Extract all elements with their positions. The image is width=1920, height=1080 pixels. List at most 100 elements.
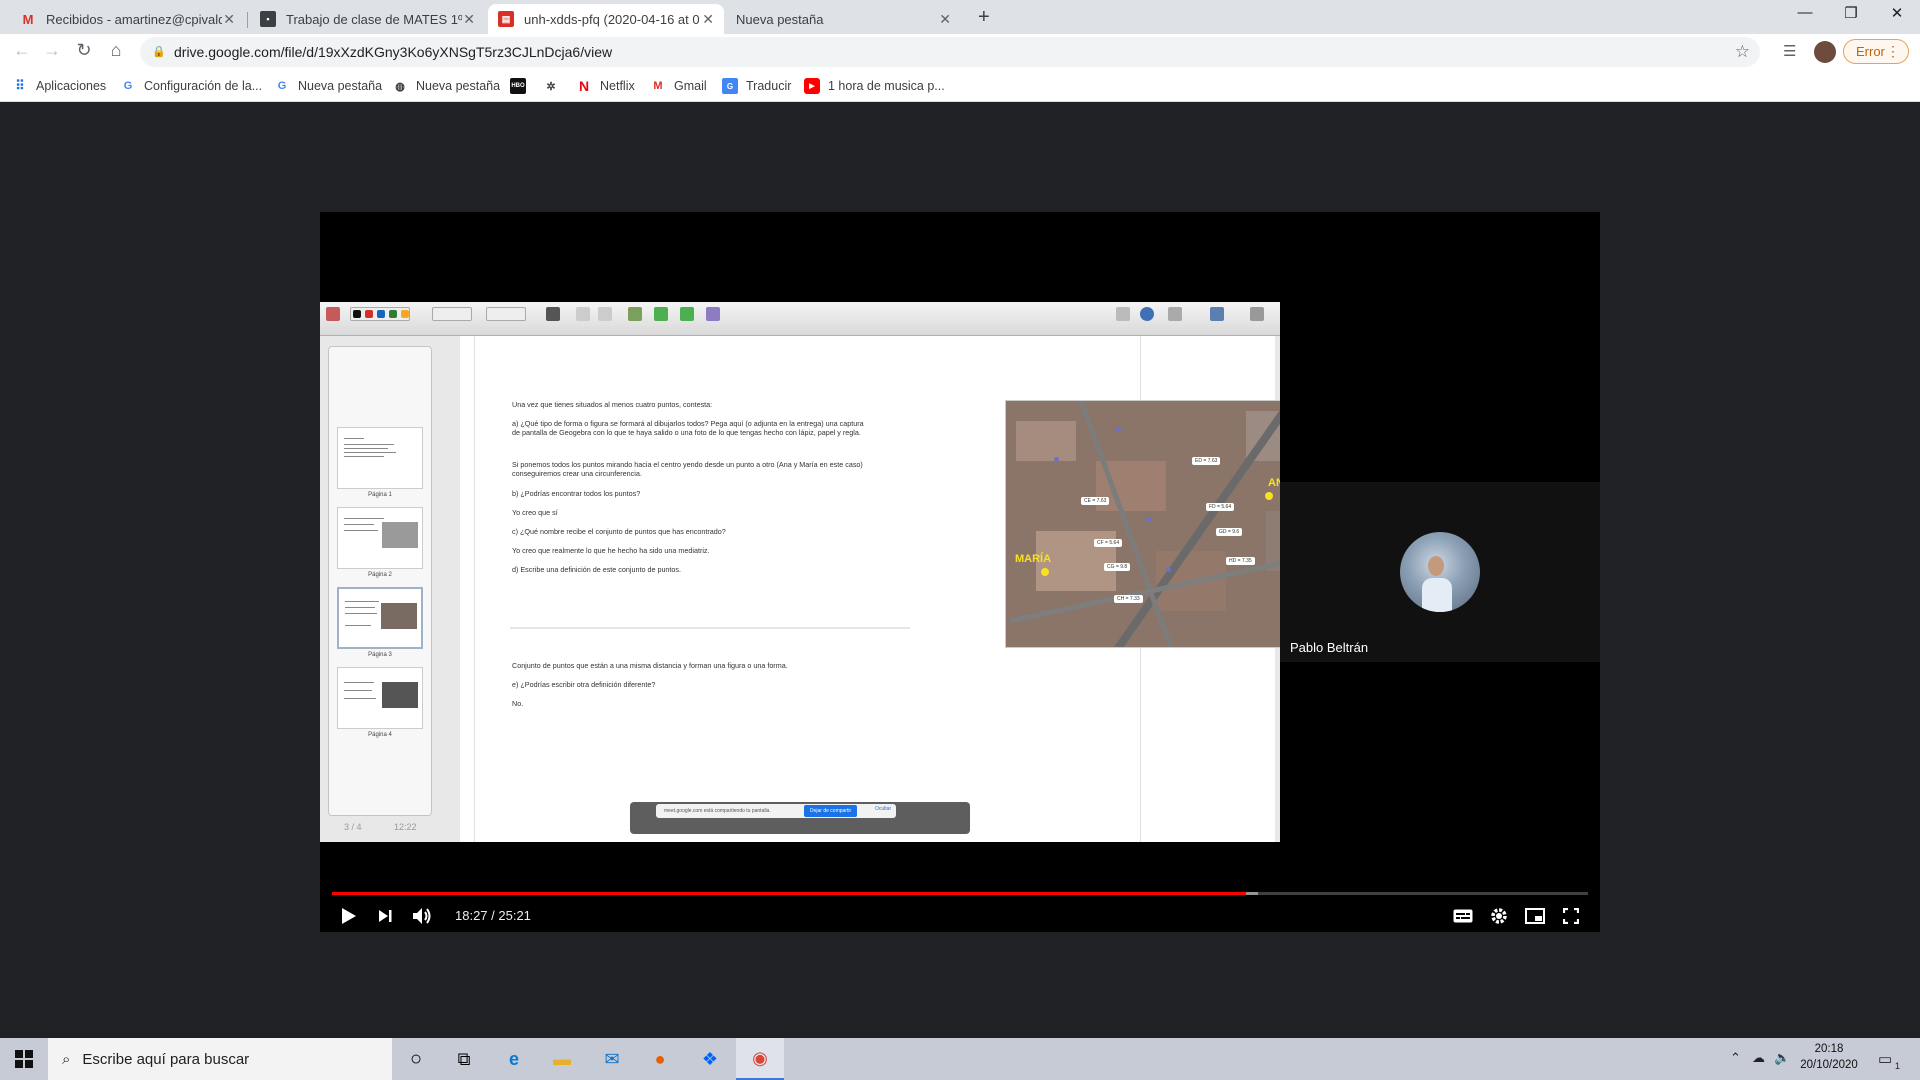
onedrive-icon[interactable]: ☁ xyxy=(1752,1050,1765,1066)
map-label-ana: ANA xyxy=(1268,477,1280,489)
subtitles-icon xyxy=(1453,909,1473,923)
close-tab-icon[interactable]: ✕ xyxy=(223,11,235,28)
minimize-icon[interactable]: — xyxy=(1782,4,1828,21)
close-tab-icon[interactable]: ✕ xyxy=(702,11,714,28)
doc-answer-d: Conjunto de puntos que están a una misma… xyxy=(512,661,788,670)
back-icon[interactable]: ← xyxy=(10,40,34,61)
profile-avatar[interactable] xyxy=(1814,41,1836,63)
map-label-ce: CE = 7.63 xyxy=(1081,497,1110,505)
reload-icon[interactable]: ↻ xyxy=(72,40,96,61)
chrome-icon[interactable]: ◉ xyxy=(736,1038,784,1080)
bookmark-label: Gmail xyxy=(674,79,707,93)
hbo-icon: HBO xyxy=(510,78,526,94)
meet-notice-text: meet.google.com está compartiendo tu pan… xyxy=(664,808,771,814)
doc-question-b: b) ¿Podrías encontrar todos los puntos? xyxy=(512,489,641,498)
globe-icon: ◍ xyxy=(395,80,405,93)
close-tab-icon[interactable]: ✕ xyxy=(939,11,951,28)
line-width-picker xyxy=(432,307,472,321)
bookmark-hbo[interactable]: HBO xyxy=(510,76,534,96)
thumbnail-page-1[interactable] xyxy=(337,427,423,489)
thumbnail-page-2[interactable] xyxy=(337,507,423,569)
map-point xyxy=(1166,567,1171,572)
stop-sharing-button: Dejar de compartir xyxy=(804,805,858,817)
tab-title: Trabajo de clase de MATES 1º ESO xyxy=(286,11,462,27)
close-window-icon[interactable]: ✕ xyxy=(1874,4,1920,22)
address-bar[interactable]: 🔒 drive.google.com/file/d/19xXzdKGny3Ko6… xyxy=(140,37,1760,67)
tab-gmail[interactable]: M Recibidos - amartinez@cpivaldel ✕ xyxy=(10,4,245,34)
netflix-icon: N xyxy=(578,78,590,94)
tab-drive-video[interactable]: ▤ unh-xdds-pfq (2020-04-16 at 03: ✕ xyxy=(488,4,724,34)
play-icon xyxy=(342,908,356,924)
video-player[interactable]: Página 1 Página 2 Página 3 Página 4 3 / … xyxy=(320,212,1600,932)
pen-tool-icon xyxy=(326,307,340,321)
doc-question-c: c) ¿Qué nombre recibe el conjunto de pun… xyxy=(512,527,726,536)
bookmark-app[interactable]: ✲ xyxy=(543,76,567,96)
mail-icon[interactable]: ✉ xyxy=(588,1038,636,1080)
url-text[interactable]: drive.google.com/file/d/19xXzdKGny3Ko6yX… xyxy=(174,44,612,60)
bookmark-new-tab-1[interactable]: G Nueva pestaña xyxy=(274,76,382,96)
lock-icon: 🔒 xyxy=(152,46,166,58)
taskbar-search[interactable]: ⌕ Escribe aquí para buscar xyxy=(48,1038,392,1080)
notification-icon[interactable]: ▭ xyxy=(1878,1050,1892,1068)
play-button[interactable] xyxy=(336,904,362,928)
task-view-icon[interactable]: ⧉ xyxy=(440,1038,488,1080)
video-progress-bar[interactable] xyxy=(332,892,1588,895)
restore-icon[interactable]: ❐ xyxy=(1828,4,1874,22)
file-explorer-icon[interactable]: ▬ xyxy=(538,1038,586,1080)
fullscreen-button[interactable] xyxy=(1558,904,1584,928)
gear-icon xyxy=(1491,908,1507,924)
start-button[interactable] xyxy=(0,1038,48,1080)
whiteboard-toolbar xyxy=(320,302,1280,336)
settings-icon xyxy=(1250,307,1264,321)
map-point xyxy=(1054,457,1059,462)
bookmark-label: Traducir xyxy=(746,79,792,93)
home-icon[interactable]: ⌂ xyxy=(104,40,128,61)
settings-button[interactable] xyxy=(1486,904,1512,928)
captions-button[interactable] xyxy=(1450,904,1476,928)
search-icon: ⌕ xyxy=(62,1050,71,1068)
reading-list-icon[interactable]: ☰ xyxy=(1783,42,1796,60)
bookmark-label: Nueva pestaña xyxy=(416,79,501,93)
bookmark-apps[interactable]: ⠿ Aplicaciones xyxy=(12,76,106,96)
search-placeholder: Escribe aquí para buscar xyxy=(82,1050,250,1068)
volume-button[interactable] xyxy=(410,904,434,928)
page-thumbnails: Página 1 Página 2 Página 3 Página 4 xyxy=(328,346,432,816)
app-icon: ✲ xyxy=(546,80,556,93)
clock-time: 20:18 xyxy=(1814,1043,1844,1055)
edge-icon[interactable]: e xyxy=(490,1038,538,1080)
firefox-icon[interactable]: ● xyxy=(636,1038,684,1080)
thumbnail-page-3[interactable] xyxy=(337,587,423,649)
next-button[interactable] xyxy=(374,904,396,928)
thumbnail-label: Página 1 xyxy=(368,492,392,498)
bookmark-youtube[interactable]: ▶ 1 hora de musica p... xyxy=(804,76,945,96)
speaker-icon[interactable]: 🔈 xyxy=(1774,1050,1790,1066)
dropbox-icon[interactable]: ❖ xyxy=(686,1038,734,1080)
new-tab-button[interactable]: + xyxy=(978,6,990,29)
cortana-icon[interactable]: ○ xyxy=(392,1038,440,1080)
doc-question-d: d) Escribe una definición de este conjun… xyxy=(512,565,682,574)
profile-error-button[interactable]: Error ⋮ xyxy=(1843,39,1909,64)
close-tab-icon[interactable]: ✕ xyxy=(463,11,475,28)
bookmark-config[interactable]: G Configuración de la... xyxy=(120,76,262,96)
bookmark-new-tab-2[interactable]: ◍ Nueva pestaña xyxy=(392,76,500,96)
forward-icon[interactable]: → xyxy=(40,40,64,61)
show-hidden-icons-icon[interactable]: ⌃ xyxy=(1730,1050,1741,1066)
bookmark-star-icon[interactable]: ☆ xyxy=(1735,42,1750,62)
bookmark-gmail[interactable]: M Gmail xyxy=(650,76,707,96)
bookmark-netflix[interactable]: N Netflix xyxy=(576,76,635,96)
dot-size-picker xyxy=(486,307,526,321)
taskbar-clock[interactable]: 20:18 20/10/2020 xyxy=(1798,1041,1860,1073)
tab-classroom[interactable]: ▪ Trabajo de clase de MATES 1º ESO ✕ xyxy=(250,4,485,34)
color-yellow-swatch xyxy=(401,310,409,318)
add-page-icon xyxy=(628,307,642,321)
map-label-cf: CF = 5.64 xyxy=(1094,539,1123,547)
next-page-icon xyxy=(680,307,694,321)
map-label-ed: ED = 7.63 xyxy=(1192,457,1221,465)
miniplayer-button[interactable] xyxy=(1522,904,1548,928)
tab-title: unh-xdds-pfq (2020-04-16 at 03: xyxy=(524,11,700,27)
map-label-hd: HD = 7.35 xyxy=(1226,557,1255,565)
thumbnail-page-4[interactable] xyxy=(337,667,423,729)
map-point-ana xyxy=(1265,492,1273,500)
tab-new[interactable]: Nueva pestaña ✕ xyxy=(726,4,961,34)
bookmark-translate[interactable]: G Traducir xyxy=(722,76,791,96)
